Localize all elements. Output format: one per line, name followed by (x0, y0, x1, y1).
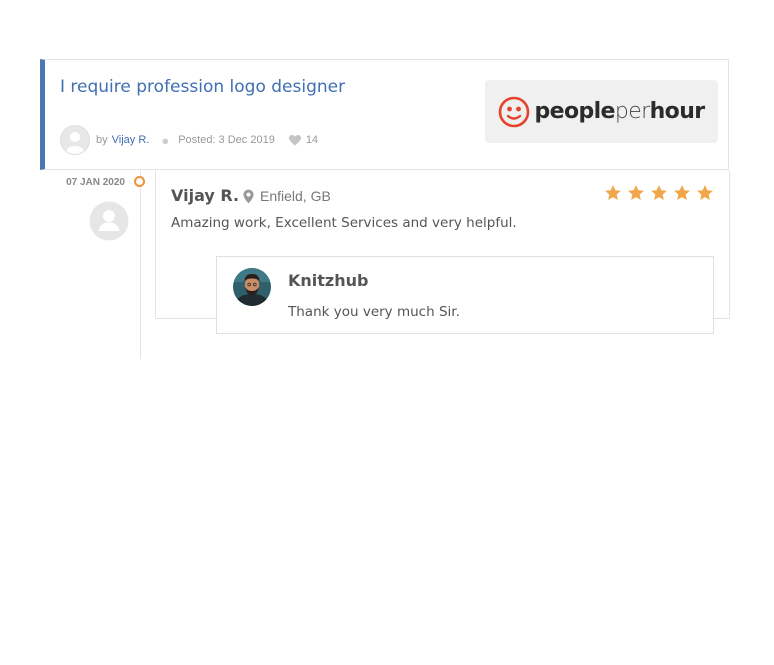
peopleperhour-logo[interactable]: peopleperhour (485, 80, 718, 143)
reviewer-name: Vijay R. (171, 186, 240, 205)
reply-text: Thank you very much Sir. (288, 304, 460, 320)
star-icon (674, 185, 690, 200)
posted-date: Posted: 3 Dec 2019 (178, 134, 275, 146)
by-label: by (96, 134, 108, 146)
reviewer-avatar-icon (89, 201, 129, 241)
replier-name: Knitzhub (288, 271, 369, 290)
peopleperhour-face-icon (499, 96, 530, 127)
location-text: Enfield, GB (260, 188, 331, 204)
job-meta: by Vijay R. ● Posted: 3 Dec 2019 14 (60, 125, 318, 155)
separator-dot: ● (161, 132, 170, 148)
timeline-dot (134, 176, 145, 187)
star-icon (628, 185, 644, 200)
replier-avatar (233, 268, 271, 306)
likes-count: 14 (305, 134, 319, 146)
star-icon (605, 185, 621, 200)
author-link[interactable]: Vijay R. (112, 134, 150, 146)
rating-stars (599, 184, 714, 202)
star-icon (651, 185, 667, 200)
job-title-link[interactable]: I require profession logo designer (60, 77, 345, 97)
heart-icon[interactable] (288, 134, 301, 146)
reviewer-location: Enfield, GB (243, 188, 331, 204)
reply-card: Knitzhub Thank you very much Sir. (216, 256, 714, 334)
job-card: I require profession logo designer by Vi… (40, 59, 729, 170)
brand-wordmark: peopleperhour (534, 99, 705, 124)
review-date: 07 JAN 2020 (66, 177, 125, 188)
star-icon (697, 185, 713, 200)
review-text: Amazing work, Excellent Services and ver… (171, 215, 517, 231)
map-pin-icon (243, 189, 254, 203)
author-avatar-icon (60, 125, 90, 155)
timeline-line (140, 171, 141, 359)
